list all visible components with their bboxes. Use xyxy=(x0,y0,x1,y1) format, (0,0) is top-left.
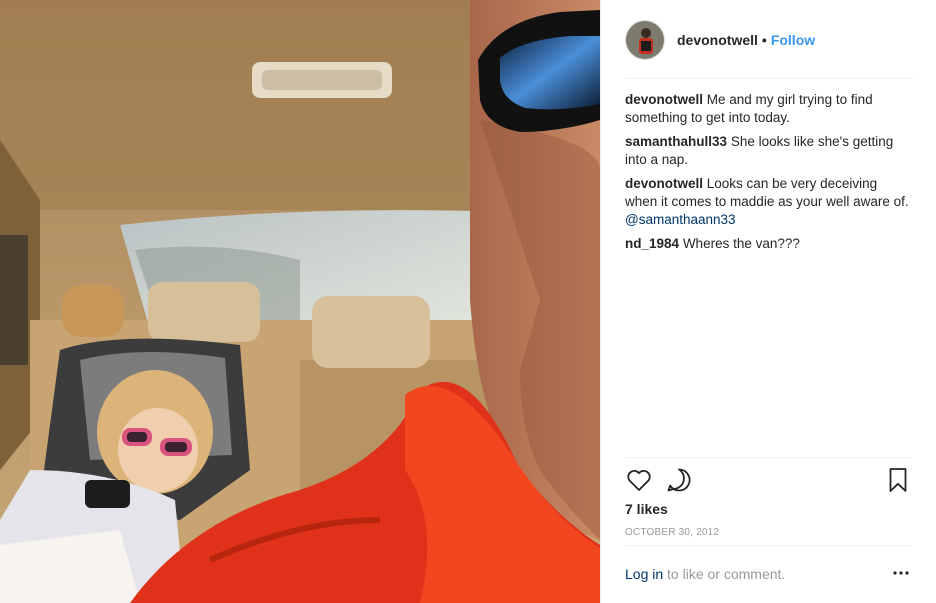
login-prompt: Log in to like or comment. xyxy=(625,566,912,584)
comment-item: devonotwell Looks can be very deceiving … xyxy=(625,175,913,229)
author-username[interactable]: devonotwell xyxy=(677,32,758,48)
login-prompt-text: to like or comment. xyxy=(663,566,786,582)
avatar[interactable] xyxy=(625,19,665,60)
action-bar xyxy=(625,466,912,494)
actions-divider xyxy=(625,457,912,458)
instagram-post: devonotwell • Follow devonotwell Me and … xyxy=(0,0,936,603)
post-side-panel: devonotwell • Follow devonotwell Me and … xyxy=(600,0,936,603)
comment-mention-link[interactable]: @samanthaann33 xyxy=(625,212,736,227)
header-separator: • xyxy=(761,31,767,48)
header-divider xyxy=(625,78,913,79)
post-header: devonotwell • Follow xyxy=(601,0,936,79)
comment-item: devonotwell Me and my girl trying to fin… xyxy=(625,91,913,127)
heart-icon[interactable] xyxy=(625,466,653,494)
comment-username[interactable]: nd_1984 xyxy=(625,236,679,251)
post-date: OCTOBER 30, 2012 xyxy=(625,527,720,538)
car-selfie-image xyxy=(0,0,600,603)
login-link[interactable]: Log in xyxy=(625,566,663,582)
bookmark-icon[interactable] xyxy=(884,466,912,494)
avatar-image xyxy=(626,20,664,59)
comment-bubble-icon[interactable] xyxy=(665,466,693,494)
comment-username[interactable]: devonotwell xyxy=(625,176,703,191)
post-photo[interactable] xyxy=(0,0,600,603)
comment-list: devonotwell Me and my girl trying to fin… xyxy=(625,91,913,259)
comment-username[interactable]: devonotwell xyxy=(625,92,703,107)
follow-button[interactable]: Follow xyxy=(771,32,815,48)
comment-text: Wheres the van??? xyxy=(682,236,800,251)
comment-item: nd_1984 Wheres the van??? xyxy=(625,235,913,253)
footer-divider xyxy=(625,545,912,546)
comment-item: samanthahull33 She looks like she's gett… xyxy=(625,133,913,169)
comment-username[interactable]: samanthahull33 xyxy=(625,134,727,149)
more-options-icon[interactable] xyxy=(892,564,910,582)
like-count[interactable]: 7 likes xyxy=(625,501,668,517)
